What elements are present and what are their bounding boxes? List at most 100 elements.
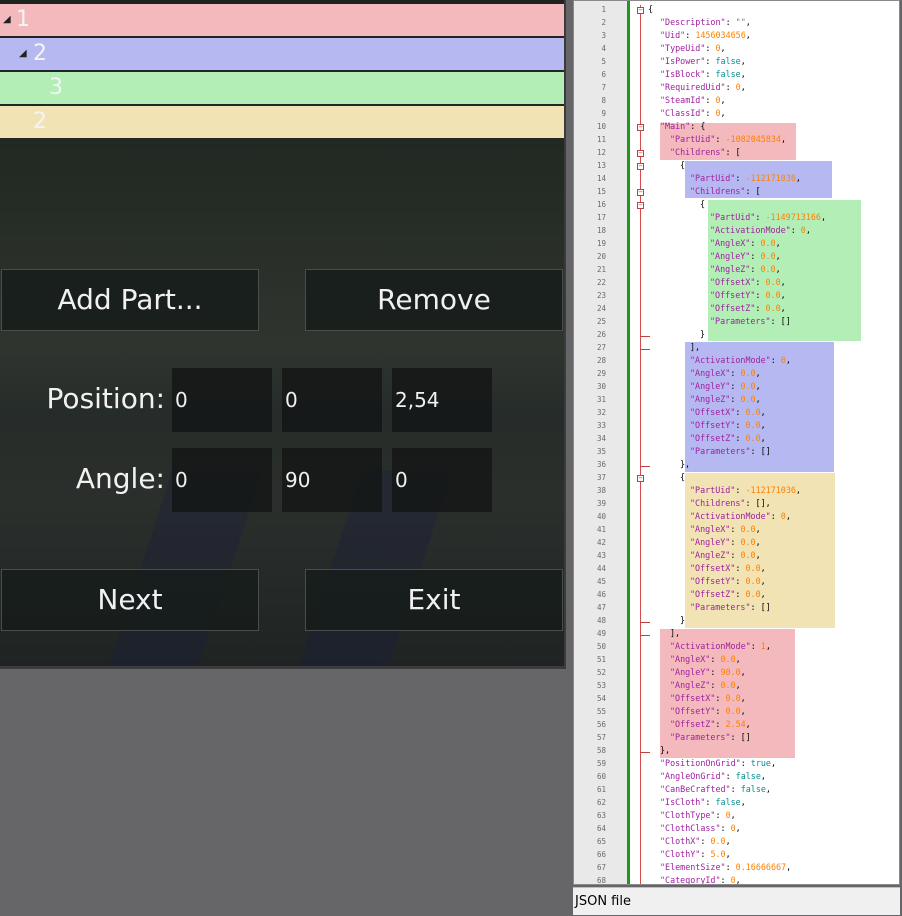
fold-toggle-icon[interactable]: −	[637, 150, 644, 157]
code-token: 2.54	[725, 719, 746, 729]
code-line[interactable]: "OffsetX": 0.0,	[690, 407, 766, 417]
tree-item-3[interactable]: 3	[0, 72, 564, 104]
code-line[interactable]: "AngleY": 0.0,	[690, 537, 761, 547]
code-line[interactable]: }	[680, 615, 685, 625]
code-line[interactable]: "OffsetZ": 0.0,	[690, 589, 766, 599]
code-line[interactable]: "Uid": 1456034656,	[660, 30, 751, 40]
code-line[interactable]: "AngleZ": 0.0,	[690, 394, 761, 404]
code-line[interactable]: "CanBeCrafted": false,	[660, 784, 771, 794]
fold-toggle-icon[interactable]: −	[637, 163, 644, 170]
code-line[interactable]: "ActivationMode": 0,	[710, 225, 811, 235]
code-line[interactable]: "AngleZ": 0.0,	[710, 264, 781, 274]
line-number: 33	[596, 421, 606, 430]
code-line[interactable]: ],	[690, 342, 700, 352]
code-line[interactable]: {	[680, 472, 685, 482]
code-line[interactable]: "OffsetY": 0.0,	[670, 706, 746, 716]
code-line[interactable]: "SteamId": 0,	[660, 95, 726, 105]
code-line[interactable]: "ActivationMode": 0,	[690, 511, 791, 521]
code-line[interactable]: "AngleY": 0.0,	[690, 381, 761, 391]
angle-y-input[interactable]: 90	[282, 448, 382, 512]
code-line[interactable]: "Parameters": []	[690, 602, 771, 612]
line-number: 57	[596, 733, 606, 742]
code-line[interactable]: "AngleX": 0.0,	[710, 238, 781, 248]
code-line[interactable]: "AngleX": 0.0,	[670, 654, 741, 664]
fold-toggle-icon[interactable]: −	[637, 124, 644, 131]
code-line[interactable]: "AngleX": 0.0,	[690, 368, 761, 378]
code-line[interactable]: "OffsetZ": 2.54,	[670, 719, 751, 729]
code-line[interactable]: "ClothX": 0.0,	[660, 836, 731, 846]
code-line[interactable]: "OffsetZ": 0.0,	[710, 303, 786, 313]
code-line[interactable]: "OffsetX": 0.0,	[710, 277, 786, 287]
code-line[interactable]: "OffsetY": 0.0,	[710, 290, 786, 300]
code-line[interactable]: "IsCloth": false,	[660, 797, 746, 807]
code-line[interactable]: "PositionOnGrid": true,	[660, 758, 776, 768]
next-button[interactable]: Next	[1, 569, 259, 631]
code-line[interactable]: "ClothType": 0,	[660, 810, 736, 820]
exit-button[interactable]: Exit	[305, 569, 563, 631]
code-line[interactable]: "OffsetX": 0.0,	[690, 563, 766, 573]
line-number: 40	[596, 512, 606, 521]
code-line[interactable]: "OffsetY": 0.0,	[690, 420, 766, 430]
fold-end-marker	[640, 622, 650, 623]
code-line[interactable]: "AngleX": 0.0,	[690, 524, 761, 534]
code-line[interactable]: "ActivationMode": 0,	[690, 355, 791, 365]
code-line[interactable]: "OffsetZ": 0.0,	[690, 433, 766, 443]
code-line[interactable]: {	[648, 4, 653, 14]
code-line[interactable]: "ElementSize": 0.16666667,	[660, 862, 791, 872]
json-editor[interactable]: 1 2 3 4 5 6 7 8 9 10 11 12 13 14 15 16 17 18 19 20 21 22 23 24 2…	[573, 0, 900, 885]
code-line[interactable]: "PartUid": -112171036,	[690, 173, 801, 183]
code-token: 0.0	[745, 589, 761, 599]
code-line[interactable]: "Parameters": []	[690, 446, 771, 456]
code-line[interactable]: ],	[670, 628, 680, 638]
remove-button[interactable]: Remove	[305, 269, 563, 331]
code-line[interactable]: "Parameters": []	[670, 732, 751, 742]
angle-z-input[interactable]: 0	[392, 448, 492, 512]
fold-toggle-icon[interactable]: −	[637, 7, 644, 14]
code-line[interactable]: "AngleOnGrid": false,	[660, 771, 766, 781]
code-line[interactable]: "ActivationMode": 1,	[670, 641, 771, 651]
position-y-input[interactable]: 0	[282, 368, 382, 432]
code-line[interactable]: "CategoryId": 0,	[660, 875, 741, 884]
code-line[interactable]: "Parameters": []	[710, 316, 791, 326]
code-line[interactable]: "PartUid": -1149713166,	[710, 212, 826, 222]
code-line[interactable]: "AngleZ": 0.0,	[670, 680, 741, 690]
position-x-input[interactable]: 0	[172, 368, 272, 432]
code-line[interactable]: },	[660, 745, 670, 755]
code-line[interactable]: "PartUid": -1082045834,	[670, 134, 786, 144]
code-line[interactable]: "AngleY": 90.0,	[670, 667, 746, 677]
tree-item-4[interactable]: 2	[0, 106, 564, 138]
code-line[interactable]: "TypeUid": 0,	[660, 43, 726, 53]
tree-item-1[interactable]: ◢ 1	[0, 4, 564, 36]
tree-item-2[interactable]: ◢ 2	[0, 38, 564, 70]
code-line[interactable]: "RequiredUid": 0,	[660, 82, 746, 92]
code-line[interactable]: "AngleZ": 0.0,	[690, 550, 761, 560]
code-line[interactable]: "Main": {	[660, 121, 705, 131]
code-line[interactable]: "OffsetX": 0.0,	[670, 693, 746, 703]
code-line[interactable]: "ClothY": 5.0,	[660, 849, 731, 859]
code-line[interactable]: "Childrens": [],	[690, 498, 771, 508]
expanded-arrow-icon[interactable]: ◢	[3, 4, 11, 36]
code-line[interactable]: "ClothClass": 0,	[660, 823, 741, 833]
code-line[interactable]: "Childrens": [	[690, 186, 761, 196]
fold-toggle-icon[interactable]: −	[637, 202, 644, 209]
code-line[interactable]: {	[680, 160, 685, 170]
code-line[interactable]: },	[680, 459, 690, 469]
angle-x-input[interactable]: 0	[172, 448, 272, 512]
code-line[interactable]: "OffsetY": 0.0,	[690, 576, 766, 586]
fold-toggle-icon[interactable]: −	[637, 475, 644, 482]
code-line[interactable]: "IsPower": false,	[660, 56, 746, 66]
code-line[interactable]: "Description": "",	[660, 17, 751, 27]
code-token: "OffsetY"	[670, 706, 716, 716]
code-line[interactable]: "IsBlock": false,	[660, 69, 746, 79]
code-line[interactable]: "PartUid": -112171036,	[690, 485, 801, 495]
line-number: 63	[596, 811, 606, 820]
code-line[interactable]: }	[700, 329, 705, 339]
expanded-arrow-icon[interactable]: ◢	[19, 38, 27, 70]
fold-toggle-icon[interactable]: −	[637, 189, 644, 196]
code-line[interactable]: "ClassId": 0,	[660, 108, 726, 118]
add-part-button[interactable]: Add Part...	[1, 269, 259, 331]
code-line[interactable]: "Childrens": [	[670, 147, 741, 157]
position-z-input[interactable]: 2,54	[392, 368, 492, 432]
code-line[interactable]: {	[700, 199, 705, 209]
code-line[interactable]: "AngleY": 0.0,	[710, 251, 781, 261]
